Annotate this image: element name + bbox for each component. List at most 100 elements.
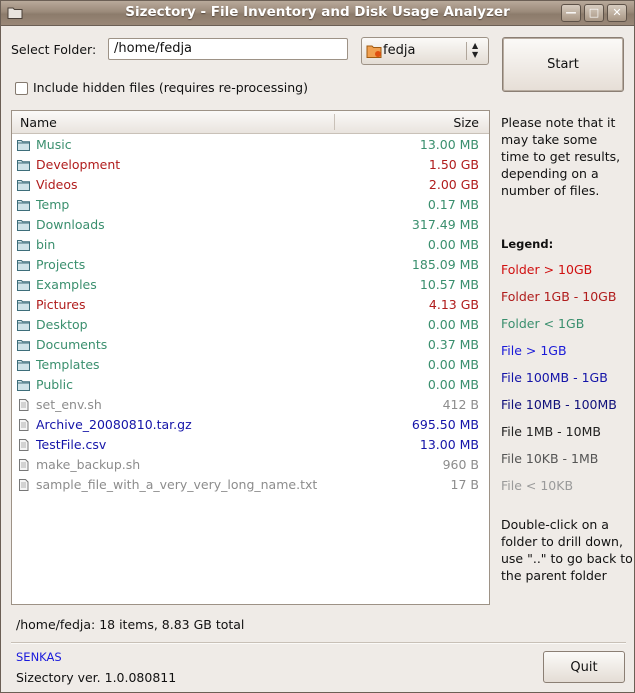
file-icon <box>19 459 29 471</box>
list-item[interactable]: bin 0.00 MB <box>12 234 489 254</box>
folder-combo-value: fedja <box>383 43 416 58</box>
item-name: Music <box>36 137 72 152</box>
folder-icon <box>17 180 30 191</box>
list-item[interactable]: Music 13.00 MB <box>12 134 489 154</box>
list-item[interactable]: Examples 10.57 MB <box>12 274 489 294</box>
item-name: Templates <box>36 357 100 372</box>
quit-button-label: Quit <box>570 660 598 675</box>
combo-separator <box>466 42 467 60</box>
start-button[interactable]: Start <box>502 37 624 92</box>
item-size: 0.00 MB <box>427 377 479 392</box>
list-item[interactable]: Desktop 0.00 MB <box>12 314 489 334</box>
folder-icon <box>17 340 30 351</box>
item-size: 10.57 MB <box>419 277 479 292</box>
list-item[interactable]: TestFile.csv 13.00 MB <box>12 434 489 454</box>
legend-title: Legend: <box>501 237 554 251</box>
item-size: 0.37 MB <box>427 337 479 352</box>
item-name: Archive_20080810.tar.gz <box>36 417 192 432</box>
item-name: Temp <box>36 197 70 212</box>
item-name: Downloads <box>36 217 105 232</box>
list-item[interactable]: sample_file_with_a_very_very_long_name.t… <box>12 474 489 494</box>
item-name: Desktop <box>36 317 88 332</box>
item-name: make_backup.sh <box>36 457 141 472</box>
list-item[interactable]: Temp 0.17 MB <box>12 194 489 214</box>
minimize-button[interactable]: — <box>561 4 581 22</box>
list-item[interactable]: Public 0.00 MB <box>12 374 489 394</box>
include-hidden-checkbox[interactable] <box>15 82 28 95</box>
list-header: Name Size <box>12 111 489 134</box>
list-item[interactable]: Videos 2.00 GB <box>12 174 489 194</box>
version-text: Sizectory ver. 1.0.080811 <box>16 670 177 685</box>
folder-icon <box>17 200 30 211</box>
item-size: 185.09 MB <box>411 257 479 272</box>
legend-item: File 10MB - 100MB <box>501 397 617 412</box>
folder-icon <box>17 360 30 371</box>
item-name: Public <box>36 377 73 392</box>
file-icon <box>19 399 29 411</box>
list-item[interactable]: Projects 185.09 MB <box>12 254 489 274</box>
combo-arrows-icon: ▲ ▼ <box>472 41 479 59</box>
close-button[interactable]: ✕ <box>607 4 627 22</box>
item-size: 2.00 GB <box>428 177 479 192</box>
item-size: 4.13 GB <box>428 297 479 312</box>
legend-item: File 10KB - 1MB <box>501 451 599 466</box>
item-name: Projects <box>36 257 86 272</box>
column-header-name[interactable]: Name <box>20 115 57 130</box>
file-icon <box>19 479 29 491</box>
home-folder-icon <box>366 45 382 58</box>
legend-item: Folder > 10GB <box>501 262 593 277</box>
column-header-size[interactable]: Size <box>453 115 479 130</box>
folder-icon <box>17 300 30 311</box>
file-icon <box>19 439 29 451</box>
item-size: 17 B <box>450 477 479 492</box>
legend-item: File < 10KB <box>501 478 574 493</box>
item-name: Documents <box>36 337 108 352</box>
item-size: 317.49 MB <box>411 217 479 232</box>
folder-icon <box>17 320 30 331</box>
item-name: Development <box>36 157 121 172</box>
item-name: bin <box>36 237 56 252</box>
folder-path-input[interactable]: /home/fedja <box>108 38 348 60</box>
list-item[interactable]: Pictures 4.13 GB <box>12 294 489 314</box>
select-folder-label: Select Folder: <box>11 42 97 57</box>
start-button-label: Start <box>547 57 579 72</box>
folder-icon <box>17 160 30 171</box>
list-item[interactable]: make_backup.sh 960 B <box>12 454 489 474</box>
legend-item: File > 1GB <box>501 343 567 358</box>
item-name: Videos <box>36 177 78 192</box>
folder-icon <box>17 240 30 251</box>
quit-button[interactable]: Quit <box>543 651 625 683</box>
item-name: Pictures <box>36 297 86 312</box>
maximize-button[interactable]: □ <box>584 4 604 22</box>
item-name: TestFile.csv <box>36 437 107 452</box>
item-size: 695.50 MB <box>411 417 479 432</box>
help-text: Double-click on a folder to drill down, … <box>501 517 633 583</box>
folder-icon <box>17 140 30 151</box>
app-window: Sizectory - File Inventory and Disk Usag… <box>0 0 635 693</box>
item-size: 1.50 GB <box>428 157 479 172</box>
title-bar[interactable]: Sizectory - File Inventory and Disk Usag… <box>1 1 634 26</box>
item-name: sample_file_with_a_very_very_long_name.t… <box>36 477 318 492</box>
list-item[interactable]: Development 1.50 GB <box>12 154 489 174</box>
window-title: Sizectory - File Inventory and Disk Usag… <box>125 4 510 20</box>
item-name: Examples <box>36 277 97 292</box>
footer-divider <box>11 642 626 644</box>
legend-item: Folder 1GB - 10GB <box>501 289 617 304</box>
processing-note: Please note that it may take some time t… <box>501 115 621 198</box>
list-item[interactable]: Downloads 317.49 MB <box>12 214 489 234</box>
item-size: 13.00 MB <box>419 137 479 152</box>
list-item[interactable]: Archive_20080810.tar.gz 695.50 MB <box>12 414 489 434</box>
folder-icon <box>17 260 30 271</box>
list-item[interactable]: Templates 0.00 MB <box>12 354 489 374</box>
item-size: 412 B <box>442 397 479 412</box>
file-list[interactable]: Name Size Music 13.00 MB Development 1.50 G… <box>11 110 490 605</box>
include-hidden-label: Include hidden files (requires re-proces… <box>33 80 308 95</box>
list-item[interactable]: Documents 0.37 MB <box>12 334 489 354</box>
item-size: 0.00 MB <box>427 237 479 252</box>
list-item[interactable]: set_env.sh 412 B <box>12 394 489 414</box>
item-size: 13.00 MB <box>419 437 479 452</box>
folder-combo[interactable]: fedja ▲ ▼ <box>361 37 489 65</box>
file-icon <box>19 419 29 431</box>
brand-link[interactable]: SENKAS <box>16 650 62 664</box>
legend-item: Folder < 1GB <box>501 316 585 331</box>
